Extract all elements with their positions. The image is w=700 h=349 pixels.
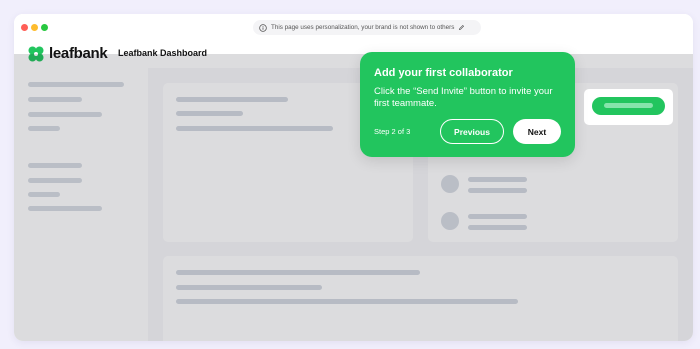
- send-invite-highlight: [584, 89, 673, 125]
- browser-chrome: This page uses personalization, your bra…: [14, 14, 693, 40]
- address-bar[interactable]: This page uses personalization, your bra…: [253, 20, 481, 35]
- browser-window: This page uses personalization, your bra…: [14, 14, 693, 341]
- previous-button[interactable]: Previous: [440, 119, 504, 144]
- minimize-window-dot[interactable]: [31, 24, 38, 31]
- close-window-dot[interactable]: [21, 24, 28, 31]
- tooltip-body: Click the “Send Invite” button to invite…: [374, 86, 553, 109]
- info-icon: [259, 23, 267, 32]
- maximize-window-dot[interactable]: [41, 24, 48, 31]
- send-invite-button[interactable]: [592, 97, 665, 115]
- button-label-placeholder: [604, 103, 653, 108]
- next-button[interactable]: Next: [513, 119, 561, 144]
- step-indicator: Step 2 of 3: [374, 127, 411, 136]
- onboarding-tooltip: Add your first collaborator Click the “S…: [360, 52, 575, 157]
- personalization-notice: This page uses personalization, your bra…: [271, 24, 455, 31]
- pencil-icon[interactable]: [458, 24, 465, 31]
- tooltip-title: Add your first collaborator: [374, 67, 513, 79]
